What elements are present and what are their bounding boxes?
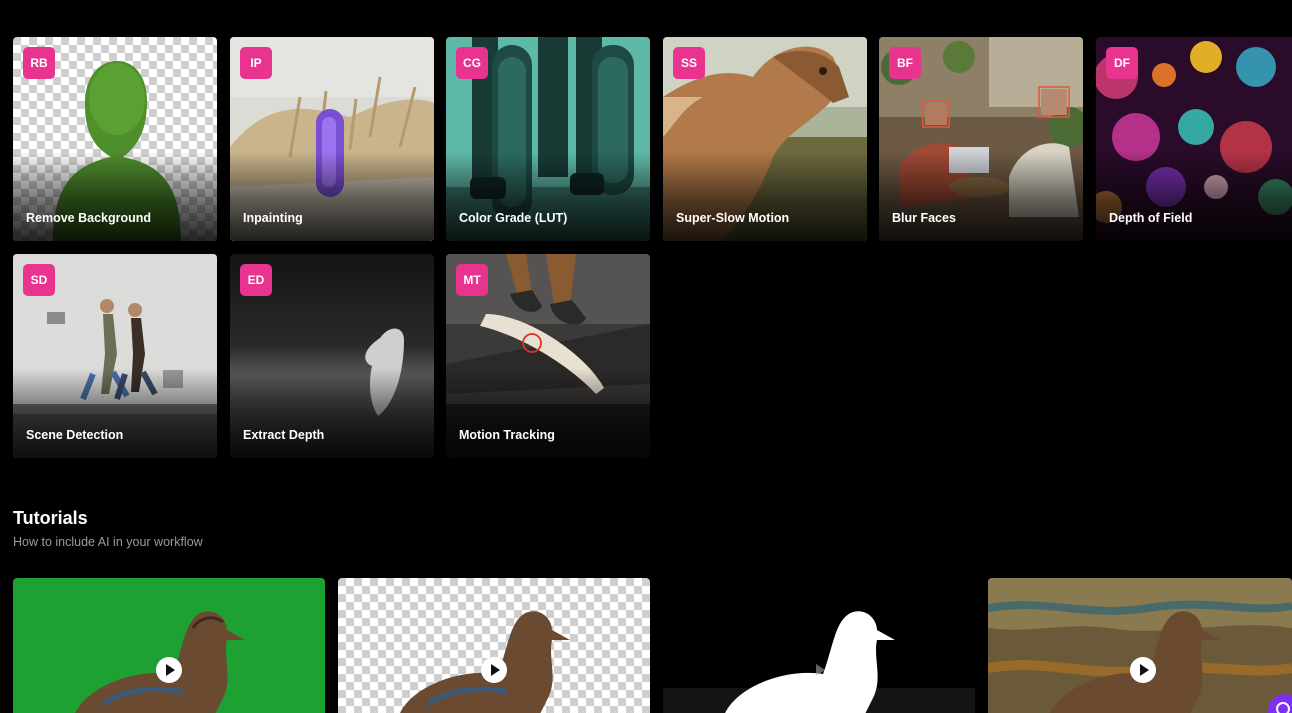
tutorials-heading: Tutorials	[13, 508, 88, 528]
tutorial-card-stylized[interactable]	[988, 578, 1292, 713]
play-icon[interactable]	[156, 657, 182, 683]
tool-card-extract-depth[interactable]: ED Extract Depth	[230, 254, 434, 458]
page: RB Remove Background IP Inpainting CG Co…	[0, 0, 1292, 713]
tutorial-thumbnail	[663, 578, 975, 713]
tool-label: Blur Faces	[892, 211, 956, 225]
tutorial-card-transparent[interactable]	[338, 578, 650, 713]
tool-label: Inpainting	[243, 211, 303, 225]
tool-card-color-grade[interactable]: CG Color Grade (LUT)	[446, 37, 650, 241]
tool-label: Remove Background	[26, 211, 152, 225]
tool-badge: DF	[1106, 47, 1138, 79]
tool-card-super-slow-motion[interactable]: SS Super-Slow Motion	[663, 37, 867, 241]
tool-badge: SD	[23, 264, 55, 296]
tutorial-card-mask[interactable]	[663, 578, 975, 713]
tool-label: Color Grade (LUT)	[459, 211, 568, 225]
tool-badge: BF	[889, 47, 921, 79]
card-gradient	[230, 368, 434, 458]
tool-card-remove-background[interactable]: RB Remove Background	[13, 37, 217, 241]
tutorial-thumbnail	[338, 578, 650, 713]
tutorial-card-green-screen[interactable]	[13, 578, 325, 713]
play-icon[interactable]	[806, 657, 832, 683]
tool-card-inpainting[interactable]: IP Inpainting	[230, 37, 434, 241]
tool-label: Super-Slow Motion	[676, 211, 790, 225]
tool-card-depth-of-field[interactable]: DF Depth of Field	[1096, 37, 1292, 241]
tool-badge: ED	[240, 264, 272, 296]
card-gradient	[446, 368, 650, 458]
tool-badge: SS	[673, 47, 705, 79]
card-gradient	[13, 151, 217, 241]
card-gradient	[446, 151, 650, 241]
card-gradient	[663, 151, 867, 241]
tool-badge: CG	[456, 47, 488, 79]
tool-badge: RB	[23, 47, 55, 79]
tool-label: Scene Detection	[26, 428, 124, 442]
tool-card-blur-faces[interactable]: BF Blur Faces	[879, 37, 1083, 241]
tutorial-thumbnail	[988, 578, 1292, 713]
card-gradient	[1096, 151, 1292, 241]
tool-label: Extract Depth	[243, 428, 325, 442]
play-icon[interactable]	[481, 657, 507, 683]
tutorials-subtitle: How to include AI in your workflow	[13, 535, 203, 549]
card-gradient	[230, 151, 434, 241]
card-gradient	[879, 151, 1083, 241]
tool-label: Depth of Field	[1109, 211, 1193, 225]
tool-label: Motion Tracking	[459, 428, 555, 442]
tool-badge: MT	[456, 264, 488, 296]
tutorial-thumbnail	[13, 578, 325, 713]
tool-card-scene-detection[interactable]: SD Scene Detection	[13, 254, 217, 458]
card-gradient	[13, 368, 217, 458]
tool-card-motion-tracking[interactable]: MT Motion Tracking	[446, 254, 650, 458]
play-icon[interactable]	[1130, 657, 1156, 683]
tool-badge: IP	[240, 47, 272, 79]
